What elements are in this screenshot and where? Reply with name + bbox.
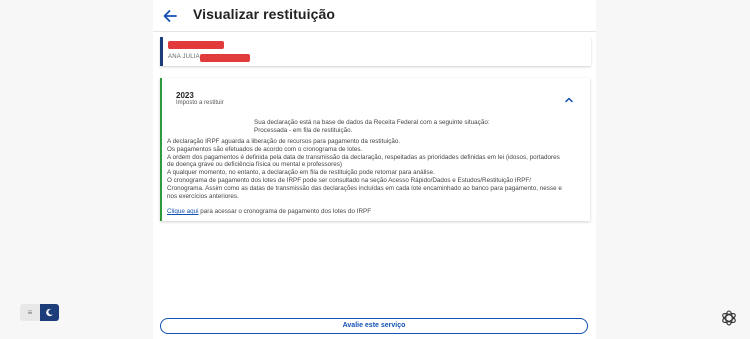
rate-service-button[interactable]: Avalie este serviço <box>160 318 588 334</box>
menu-icon: ≡ <box>27 308 33 317</box>
detail-line: A ordem dos pagamentos é definida pela d… <box>167 153 560 161</box>
status-line: Processada - em fila de restituição. <box>254 127 353 134</box>
detail-line: A qualquer momento, no entanto, a declar… <box>167 169 435 177</box>
restitution-details: A declaração IRPF aguarda a liberação de… <box>167 138 587 200</box>
arrow-left-icon <box>163 10 177 22</box>
menu-button[interactable]: ≡ <box>20 304 40 321</box>
schedule-link-line: Clique aqui para acessar o cronograma de… <box>167 208 371 215</box>
detail-line: Os pagamentos são efetuados de acordo co… <box>167 145 363 153</box>
chevron-up-icon <box>565 97 573 103</box>
detail-line: nos exercícios anteriores. <box>167 192 239 200</box>
user-name-label: ANA JULIA <box>168 54 200 60</box>
user-card: ANA JULIA <box>160 37 591 66</box>
detail-line: de doença grave ou deficiência física ou… <box>167 161 343 169</box>
detail-line: O cronograma de pagamento dos lotes de I… <box>167 176 532 184</box>
status-line: Sua declaração está na base de dados da … <box>254 119 490 126</box>
page-header: Visualizar restituição <box>153 0 596 32</box>
back-button[interactable] <box>161 7 179 25</box>
declaration-subtitle: Imposto a restituir <box>176 100 224 106</box>
detail-line: A declaração IRPF aguarda a liberação de… <box>167 138 401 145</box>
collapse-button[interactable] <box>564 92 574 103</box>
declaration-card: 2023 Imposto a restituir Sua declaração … <box>160 78 590 221</box>
accessibility-toggle: ≡ <box>20 304 59 321</box>
dark-mode-button[interactable] <box>40 304 59 321</box>
schedule-link-suffix: para acessar o cronograma de pagamento d… <box>198 208 372 215</box>
redacted-surname <box>200 54 250 62</box>
moon-icon <box>46 308 53 317</box>
detail-line: Cronograma. Assim como as datas de trans… <box>167 184 562 192</box>
declaration-year: 2023 <box>176 91 194 100</box>
schedule-link[interactable]: Clique aqui <box>167 208 199 215</box>
status-message: Sua declaração está na base de dados da … <box>254 119 490 135</box>
page-title: Visualizar restituição <box>193 6 336 22</box>
openai-icon[interactable] <box>720 309 738 327</box>
redacted-name <box>168 41 224 49</box>
